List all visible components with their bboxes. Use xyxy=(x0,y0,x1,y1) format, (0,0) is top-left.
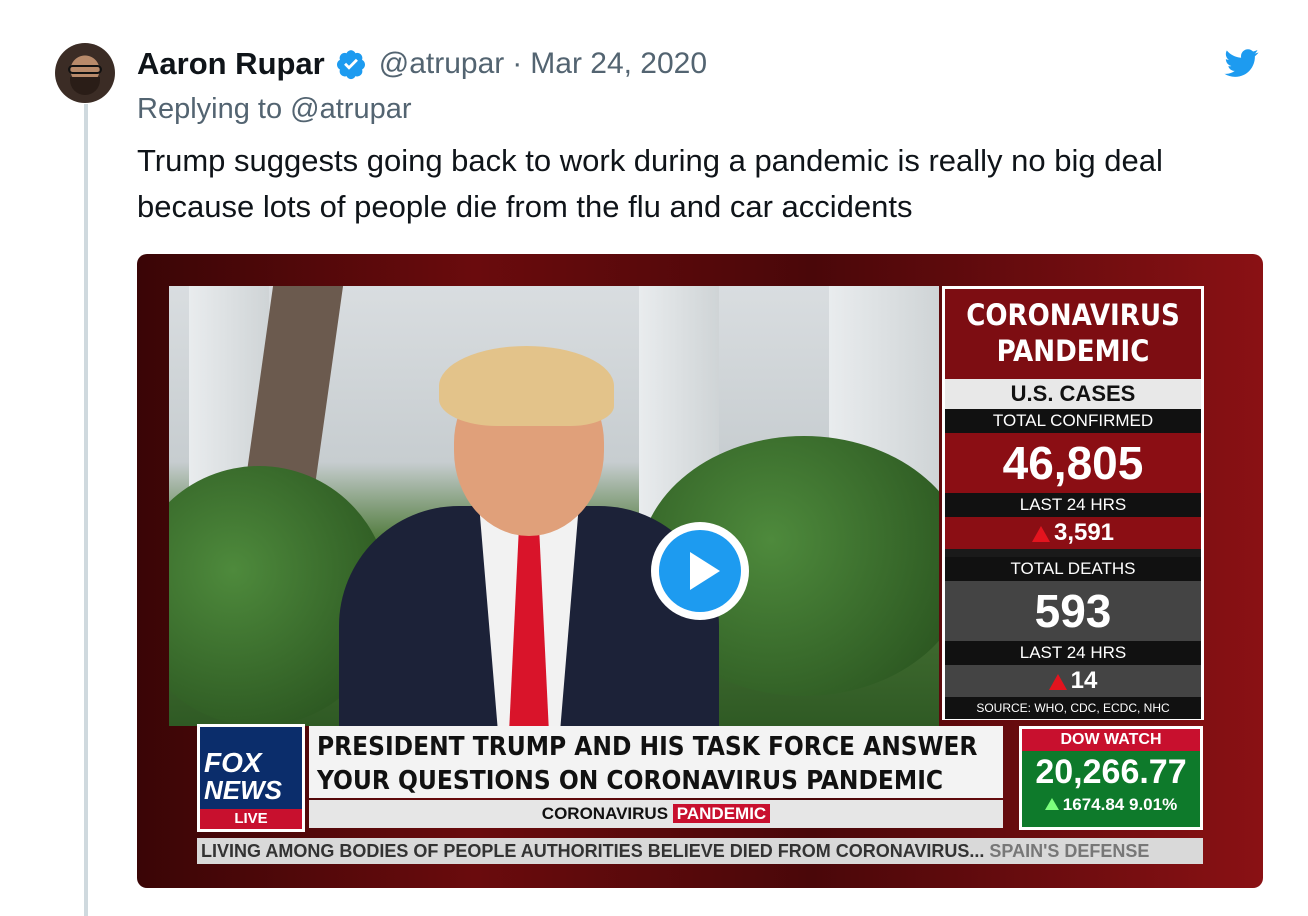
up-triangle-icon xyxy=(1048,673,1067,690)
panel-title-line2: PANDEMIC xyxy=(996,334,1150,368)
coronavirus-stats-panel: CORONAVIRUS PANDEMIC U.S. CASES TOTAL CO… xyxy=(942,286,1204,720)
panel-title-line1: CORONAVIRUS xyxy=(966,298,1180,332)
ticker-next: SPAIN'S DEFENSE xyxy=(989,841,1150,861)
live-badge: LIVE xyxy=(200,809,302,829)
verified-badge-icon xyxy=(336,50,365,80)
last24-label-2: LAST 24 HRS xyxy=(945,641,1201,665)
avatar-glasses xyxy=(68,65,102,74)
logo-line1: FOX xyxy=(204,747,262,778)
dow-watch: DOW WATCH 20,266.77 1674.84 9.01% xyxy=(1019,726,1203,830)
lower-third: FOX NEWS LIVE PRESIDENT TRUMP AND HIS TA… xyxy=(197,724,1203,834)
video-player[interactable]: CORONAVIRUS PANDEMIC U.S. CASES TOTAL CO… xyxy=(137,254,1263,888)
logo-line2: NEWS xyxy=(204,775,282,805)
reply-context: Replying to @atrupar xyxy=(137,93,411,126)
headline: PRESIDENT TRUMP AND HIS TASK FORCE ANSWE… xyxy=(309,726,1003,798)
last24-row-1: 3,591 xyxy=(945,517,1201,549)
last24-value-1: 3,591 xyxy=(1053,519,1115,546)
last24-row-2: 14 xyxy=(945,665,1201,697)
dow-value: 20,266.77 xyxy=(1035,753,1187,791)
hair xyxy=(439,346,614,426)
panel-source: SOURCE: WHO, CDC, ECDC, NHC xyxy=(945,697,1201,719)
author-name[interactable]: Aaron Rupar xyxy=(137,46,325,82)
thread-line xyxy=(84,104,88,916)
dow-change: 1674.84 xyxy=(1062,795,1125,814)
tag-a: CORONAVIRUS xyxy=(541,804,669,823)
panel-subtitle: U.S. CASES xyxy=(945,379,1201,409)
deaths-value: 593 xyxy=(945,581,1201,641)
dow-title: DOW WATCH xyxy=(1022,729,1200,751)
play-button[interactable] xyxy=(651,522,749,620)
headline-line1: PRESIDENT TRUMP AND HIS TASK FORCE ANSWE… xyxy=(317,732,978,762)
panel-title: CORONAVIRUS PANDEMIC xyxy=(945,289,1201,379)
dow-change-row: 1674.84 9.01% xyxy=(1022,793,1200,817)
tagline: CORONAVIRUS PANDEMIC xyxy=(309,800,1003,828)
fox-news-logo: FOX NEWS LIVE xyxy=(197,724,305,832)
up-triangle-icon xyxy=(1031,525,1050,542)
twitter-bird-icon[interactable] xyxy=(1223,46,1261,80)
headline-line2: YOUR QUESTIONS ON CORONAVIRUS PANDEMIC xyxy=(317,766,944,796)
confirmed-value: 46,805 xyxy=(945,433,1201,493)
tag-b: PANDEMIC xyxy=(672,804,771,823)
ticker-text: LIVING AMONG BODIES OF PEOPLE AUTHORITIE… xyxy=(201,841,985,861)
deaths-label: TOTAL DEATHS xyxy=(945,557,1201,581)
news-ticker: LIVING AMONG BODIES OF PEOPLE AUTHORITIE… xyxy=(197,838,1203,864)
header-separator: · xyxy=(512,47,523,80)
speaker xyxy=(309,326,729,726)
confirmed-label: TOTAL CONFIRMED xyxy=(945,409,1201,433)
tweet-text: Trump suggests going back to work during… xyxy=(137,143,1163,224)
author-handle[interactable]: @atrupar xyxy=(379,47,505,81)
last24-label-1: LAST 24 HRS xyxy=(945,493,1201,517)
tweet-header: Aaron Rupar @atrupar · Mar 24, 2020 xyxy=(137,42,707,86)
play-icon[interactable] xyxy=(659,530,741,612)
up-arrow-icon xyxy=(1044,798,1059,810)
last24-value-2: 14 xyxy=(1070,667,1098,694)
avatar[interactable] xyxy=(55,43,115,103)
avatar-beard xyxy=(70,77,100,95)
reply-handle-link[interactable]: @atrupar xyxy=(290,93,411,125)
tweet-date[interactable]: Mar 24, 2020 xyxy=(530,47,707,81)
reply-prefix: Replying to xyxy=(137,93,283,125)
video-scene xyxy=(169,286,939,726)
dow-percent: 9.01% xyxy=(1128,795,1178,814)
